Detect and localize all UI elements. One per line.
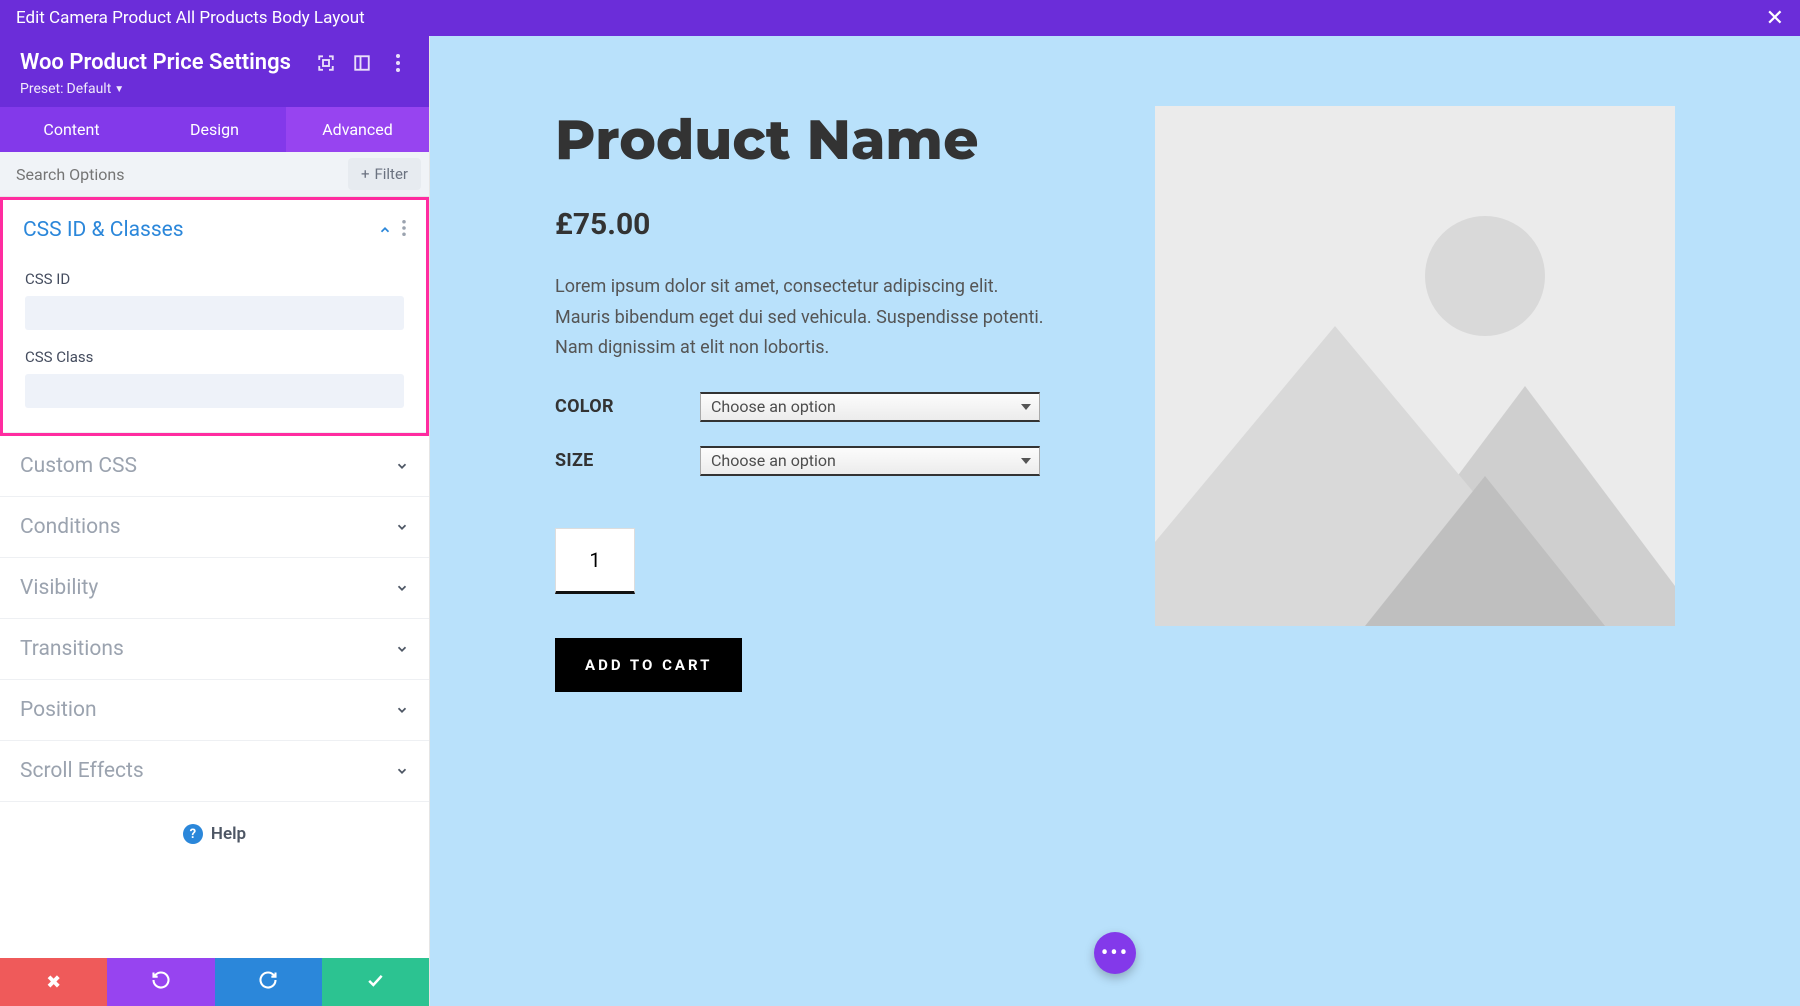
color-select[interactable]: Choose an option [700, 392, 1040, 422]
size-label: SIZE [555, 450, 700, 471]
size-select-value: Choose an option [711, 451, 836, 470]
filter-button[interactable]: + Filter [348, 158, 421, 190]
section-custom-css[interactable]: Custom CSS [0, 436, 429, 496]
product-description: Lorem ipsum dolor sit amet, consectetur … [555, 272, 1045, 364]
section-conditions[interactable]: Conditions [0, 497, 429, 557]
quantity-input[interactable]: 1 [555, 528, 635, 594]
add-to-cart-button[interactable]: ADD TO CART [555, 638, 742, 692]
ellipsis-icon: ••• [1101, 941, 1129, 966]
chevron-up-icon [378, 223, 392, 237]
undo-button[interactable] [107, 958, 214, 1006]
chevron-down-icon [395, 764, 409, 778]
search-input[interactable] [0, 153, 340, 196]
product-title: Product Name [555, 106, 1095, 173]
section-scroll-effects[interactable]: Scroll Effects [0, 741, 429, 801]
css-id-input[interactable] [25, 296, 404, 330]
tab-content[interactable]: Content [0, 107, 143, 152]
save-button[interactable] [322, 958, 429, 1006]
preset-value: Default [67, 81, 112, 97]
section-title: Position [20, 698, 395, 722]
help-icon: ? [183, 824, 203, 844]
page-title: Edit Camera Product All Products Body La… [16, 8, 365, 28]
caret-down-icon [1021, 404, 1031, 410]
css-id-label: CSS ID [25, 270, 404, 288]
preset-label: Preset: [20, 81, 64, 97]
plus-icon: + [361, 165, 370, 183]
color-label: COLOR [555, 396, 700, 417]
section-title: Scroll Effects [20, 759, 395, 783]
chevron-down-icon [395, 520, 409, 534]
help-link[interactable]: ? Help [0, 802, 429, 866]
kebab-menu-icon[interactable] [387, 52, 409, 74]
redo-icon [258, 970, 278, 995]
section-title: Conditions [20, 515, 395, 539]
undo-icon [151, 970, 171, 995]
close-icon: ✖ [46, 972, 61, 993]
tab-design[interactable]: Design [143, 107, 286, 152]
module-title: Woo Product Price Settings [20, 50, 301, 75]
preview-canvas: Product Name £75.00 Lorem ipsum dolor si… [430, 36, 1800, 1006]
close-icon[interactable]: ✕ [1766, 6, 1784, 31]
color-select-value: Choose an option [711, 397, 836, 416]
redo-button[interactable] [215, 958, 322, 1006]
chevron-down-icon [395, 642, 409, 656]
panel-icon[interactable] [351, 52, 373, 74]
section-title: CSS ID & Classes [23, 218, 378, 242]
section-title: Custom CSS [20, 454, 395, 478]
chevron-down-icon [395, 581, 409, 595]
section-css-id-classes[interactable]: CSS ID & Classes [3, 200, 426, 260]
caret-down-icon: ▼ [114, 84, 124, 95]
caret-down-icon [1021, 458, 1031, 464]
css-class-input[interactable] [25, 374, 404, 408]
tab-advanced[interactable]: Advanced [286, 107, 429, 152]
focus-icon[interactable] [315, 52, 337, 74]
help-label: Help [211, 824, 246, 844]
preset-selector[interactable]: Preset: Default ▼ [20, 81, 409, 97]
section-visibility[interactable]: Visibility [0, 558, 429, 618]
section-title: Transitions [20, 637, 395, 661]
chevron-down-icon [395, 459, 409, 473]
check-icon [365, 970, 385, 995]
kebab-menu-icon[interactable] [402, 220, 406, 240]
highlight-annotation: CSS ID & Classes CSS ID CSS Class [0, 197, 429, 436]
section-transitions[interactable]: Transitions [0, 619, 429, 679]
size-select[interactable]: Choose an option [700, 446, 1040, 476]
chevron-down-icon [395, 703, 409, 717]
builder-fab[interactable]: ••• [1094, 932, 1136, 974]
product-image-placeholder [1155, 106, 1675, 626]
section-position[interactable]: Position [0, 680, 429, 740]
product-price: £75.00 [555, 207, 1095, 242]
cancel-button[interactable]: ✖ [0, 958, 107, 1006]
section-title: Visibility [20, 576, 395, 600]
settings-sidebar: Woo Product Price Settings Preset: Defau… [0, 36, 430, 1006]
css-class-label: CSS Class [25, 348, 404, 366]
filter-label: Filter [374, 165, 408, 183]
